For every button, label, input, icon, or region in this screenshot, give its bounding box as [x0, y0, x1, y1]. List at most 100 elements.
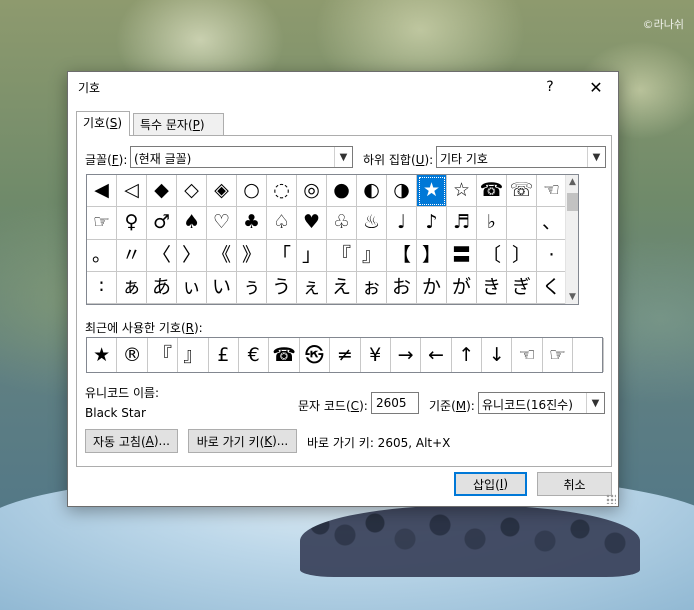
tab-special-characters[interactable]: 특수 문자(P): [133, 113, 224, 135]
symbol-cell[interactable]: ★: [417, 175, 447, 208]
symbol-cell[interactable]: ◌: [267, 175, 297, 208]
symbol-cell[interactable]: ∶: [87, 271, 117, 304]
unicode-name-value: Black Star: [85, 406, 146, 420]
symbol-cell[interactable]: 〕: [507, 239, 537, 272]
recent-symbol-cell[interactable]: ☞: [543, 338, 574, 372]
insert-button[interactable]: 삽입(I): [454, 472, 527, 496]
symbol-cell[interactable]: 〃: [117, 239, 147, 272]
symbol-cell[interactable]: ☞: [87, 207, 117, 240]
symbol-cell[interactable]: 、: [537, 207, 567, 240]
symbol-cell[interactable]: き: [477, 271, 507, 304]
symbol-cell[interactable]: 】: [417, 239, 447, 272]
symbol-cell[interactable]: ♭: [477, 207, 507, 240]
recent-symbol-cell[interactable]: ★: [87, 338, 118, 372]
recent-symbol-cell[interactable]: €: [239, 338, 270, 372]
symbol-cell[interactable]: ○: [237, 175, 267, 208]
symbol-cell[interactable]: ♥: [297, 207, 327, 240]
symbol-cell[interactable]: 〉: [177, 239, 207, 272]
symbol-cell[interactable]: 《: [207, 239, 237, 272]
symbol-grid-scrollbar[interactable]: ▲ ▼: [565, 175, 578, 304]
symbol-cell[interactable]: ☜: [537, 175, 567, 208]
symbol-cell[interactable]: ◎: [297, 175, 327, 208]
symbol-cell[interactable]: ぎ: [507, 271, 537, 304]
shortcut-key-button[interactable]: 바로 가기 키(K)...: [188, 429, 297, 453]
symbol-cell[interactable]: ぉ: [357, 271, 387, 304]
symbol-cell[interactable]: 』: [357, 239, 387, 272]
recent-symbol-cell[interactable]: [573, 338, 604, 372]
symbol-cell[interactable]: お: [387, 271, 417, 304]
symbol-cell[interactable]: い: [207, 271, 237, 304]
symbol-cell[interactable]: ◁: [117, 175, 147, 208]
symbol-cell[interactable]: 【: [387, 239, 417, 272]
recent-symbol-cell[interactable]: ®: [117, 338, 148, 372]
symbol-cell[interactable]: ◇: [177, 175, 207, 208]
symbol-cell[interactable]: ☆: [447, 175, 477, 208]
recent-symbol-cell[interactable]: ☎: [269, 338, 300, 372]
recent-symbol-cell[interactable]: £: [209, 338, 239, 372]
recent-symbol-cell[interactable]: ↑: [452, 338, 483, 372]
symbol-cell[interactable]: あ: [147, 271, 177, 304]
recent-symbol-cell[interactable]: ㉿: [300, 338, 331, 372]
symbol-cell[interactable]: ●: [327, 175, 357, 208]
symbol-cell[interactable]: ♬: [447, 207, 477, 240]
symbol-cell[interactable]: 」: [297, 239, 327, 272]
symbol-cell[interactable]: ◑: [387, 175, 417, 208]
from-dropdown[interactable]: 유니코드(16진수) ▼: [478, 392, 605, 414]
tab-symbols[interactable]: 기호(S): [76, 111, 130, 136]
cancel-button[interactable]: 취소: [537, 472, 612, 496]
symbol-cell[interactable]: ☏: [507, 175, 537, 208]
symbol-cell[interactable]: う: [267, 271, 297, 304]
symbol-cell[interactable]: 〓: [447, 239, 477, 272]
recent-symbol-cell[interactable]: 『: [148, 338, 179, 372]
symbol-cell[interactable]: ♀: [117, 207, 147, 240]
symbol-cell[interactable]: ◈: [207, 175, 237, 208]
char-code-input[interactable]: 2605: [371, 392, 419, 414]
subset-dropdown[interactable]: 기타 기호 ▼: [436, 146, 606, 168]
symbol-cell[interactable]: 〔: [477, 239, 507, 272]
recent-symbol-cell[interactable]: ←: [421, 338, 452, 372]
symbol-cell[interactable]: ぅ: [237, 271, 267, 304]
symbol-cell[interactable]: ♪: [417, 207, 447, 240]
recent-symbol-cell[interactable]: →: [391, 338, 422, 372]
symbol-cell[interactable]: ぇ: [297, 271, 327, 304]
recent-symbol-cell[interactable]: ¥: [361, 338, 391, 372]
symbol-cell[interactable]: ぁ: [117, 271, 147, 304]
scroll-up-icon[interactable]: ▲: [566, 175, 579, 189]
symbol-cell[interactable]: ♧: [327, 207, 357, 240]
title-bar[interactable]: 기호 ? ✕: [68, 72, 618, 102]
symbol-cell[interactable]: ·: [537, 239, 567, 272]
scroll-down-icon[interactable]: ▼: [566, 290, 579, 304]
resize-grip-icon[interactable]: [606, 494, 616, 504]
symbol-cell[interactable]: ♩: [387, 207, 417, 240]
symbol-cell[interactable]: 。: [87, 239, 117, 272]
symbol-cell[interactable]: ♡: [207, 207, 237, 240]
symbol-cell[interactable]: え: [327, 271, 357, 304]
symbol-cell[interactable]: ♣: [237, 207, 267, 240]
symbol-cell[interactable]: ♂: [147, 207, 177, 240]
symbol-cell[interactable]: 「: [267, 239, 297, 272]
symbol-cell[interactable]: ☎: [477, 175, 507, 208]
symbol-cell[interactable]: ♤: [267, 207, 297, 240]
help-button[interactable]: ?: [528, 72, 572, 102]
symbol-cell[interactable]: ♨: [357, 207, 387, 240]
recent-symbol-cell[interactable]: ≠: [330, 338, 361, 372]
symbol-cell[interactable]: 『: [327, 239, 357, 272]
symbol-cell[interactable]: く: [537, 271, 567, 304]
scroll-thumb[interactable]: [567, 193, 578, 211]
symbol-cell[interactable]: ♠: [177, 207, 207, 240]
symbol-cell[interactable]: 》: [237, 239, 267, 272]
symbol-cell[interactable]: ◆: [147, 175, 177, 208]
close-button[interactable]: ✕: [574, 72, 618, 102]
autocorrect-button[interactable]: 자동 고침(A)...: [85, 429, 178, 453]
font-dropdown[interactable]: (현재 글꼴) ▼: [130, 146, 353, 168]
symbol-cell[interactable]: か: [417, 271, 447, 304]
symbol-cell[interactable]: ◀: [87, 175, 117, 208]
recent-symbol-cell[interactable]: 』: [178, 338, 209, 372]
recent-symbol-cell[interactable]: ☜: [512, 338, 543, 372]
symbol-cell[interactable]: ぃ: [177, 271, 207, 304]
recent-symbol-cell[interactable]: ↓: [482, 338, 513, 372]
symbol-cell[interactable]: 〈: [147, 239, 177, 272]
symbol-cell[interactable]: が: [447, 271, 477, 304]
symbol-cell[interactable]: [507, 207, 537, 240]
symbol-cell[interactable]: ◐: [357, 175, 387, 208]
